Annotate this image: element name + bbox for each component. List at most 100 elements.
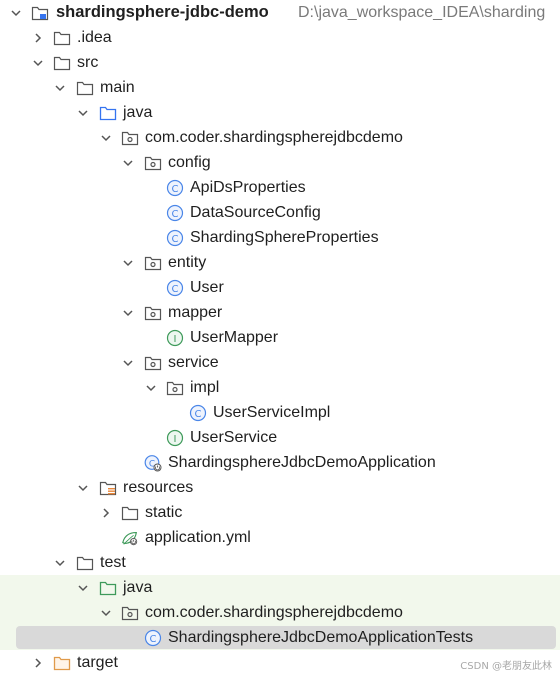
package-icon — [144, 350, 162, 375]
tree-row-test[interactable]: test — [0, 550, 560, 575]
package-icon — [144, 150, 162, 175]
folder-icon — [121, 500, 139, 525]
chevron-down-icon[interactable] — [9, 0, 23, 25]
chevron-down-icon[interactable] — [99, 125, 113, 150]
tree-row-root[interactable]: shardingsphere-jdbc-demo D:\java_workspa… — [0, 0, 560, 25]
chevron-down-icon[interactable] — [121, 300, 135, 325]
project-name: shardingsphere-jdbc-demo — [56, 3, 269, 21]
svg-text:I: I — [174, 434, 177, 445]
package-icon — [144, 300, 162, 325]
chevron-down-icon[interactable] — [99, 600, 113, 625]
interface-icon: I — [166, 325, 184, 350]
tree-label: ShardingSphereProperties — [190, 229, 379, 246]
tree-row-test-java[interactable]: java — [0, 575, 560, 600]
folder-icon — [76, 75, 94, 100]
tree-row-user-mapper[interactable]: I UserMapper — [0, 325, 560, 350]
svg-text:C: C — [172, 209, 179, 220]
tree-row-test-package[interactable]: com.coder.shardingspherejdbcdemo — [0, 600, 560, 625]
chevron-right-icon[interactable] — [31, 25, 45, 50]
tree-row-api-ds-properties[interactable]: C ApiDsProperties — [0, 175, 560, 200]
tree-row-application-yml[interactable]: application.yml — [0, 525, 560, 550]
tree-row-service[interactable]: service — [0, 350, 560, 375]
chevron-down-icon[interactable] — [76, 475, 90, 500]
chevron-down-icon[interactable] — [121, 150, 135, 175]
excluded-folder-icon — [53, 650, 71, 675]
class-icon: C — [166, 200, 184, 225]
package-icon — [121, 125, 139, 150]
tree-row-resources[interactable]: resources — [0, 475, 560, 500]
chevron-down-icon[interactable] — [53, 75, 67, 100]
tree-row-entity[interactable]: entity — [0, 250, 560, 275]
tree-label: UserService — [190, 429, 278, 446]
interface-icon: I — [166, 425, 184, 450]
tree-row-static[interactable]: static — [0, 500, 560, 525]
tree-label: UserMapper — [190, 329, 279, 346]
tree-row-application[interactable]: C ShardingsphereJdbcDemoApplication — [0, 450, 560, 475]
chevron-down-icon[interactable] — [76, 575, 90, 600]
tree-label: test — [100, 554, 126, 571]
package-icon — [121, 600, 139, 625]
tree-label: User — [190, 279, 224, 296]
yaml-spring-icon — [121, 525, 139, 550]
test-source-folder-icon — [99, 575, 117, 600]
tree-label: .idea — [77, 29, 112, 46]
tree-label: UserServiceImpl — [213, 404, 331, 421]
tree-label: application.yml — [145, 529, 251, 546]
tree-row-config[interactable]: config — [0, 150, 560, 175]
folder-icon — [53, 25, 71, 50]
project-tree: shardingsphere-jdbc-demo D:\java_workspa… — [0, 0, 560, 678]
chevron-down-icon[interactable] — [144, 375, 158, 400]
tree-label: mapper — [168, 304, 223, 321]
tree-row-src[interactable]: src — [0, 50, 560, 75]
tree-label: ApiDsProperties — [190, 179, 306, 196]
svg-text:C: C — [150, 634, 157, 645]
chevron-down-icon[interactable] — [121, 250, 135, 275]
resources-folder-icon — [99, 475, 117, 500]
tree-row-mapper[interactable]: mapper — [0, 300, 560, 325]
chevron-right-icon[interactable] — [31, 650, 45, 675]
tree-row-user-service[interactable]: I UserService — [0, 425, 560, 450]
class-icon: C — [189, 400, 207, 425]
svg-text:I: I — [174, 334, 177, 345]
svg-text:C: C — [172, 234, 179, 245]
tree-label: resources — [123, 479, 194, 496]
svg-text:C: C — [195, 409, 202, 420]
tree-label: target — [77, 654, 118, 671]
watermark: CSDN @老朋友此林 — [460, 661, 552, 672]
tree-label: com.coder.shardingspherejdbcdemo — [145, 129, 403, 146]
class-icon: C — [144, 625, 162, 650]
package-icon — [166, 375, 184, 400]
class-icon: C — [166, 175, 184, 200]
tree-label: main — [100, 79, 135, 96]
class-icon: C — [166, 275, 184, 300]
tree-label: com.coder.shardingspherejdbcdemo — [145, 604, 403, 621]
tree-row-user-service-impl[interactable]: C UserServiceImpl — [0, 400, 560, 425]
tree-label: ShardingsphereJdbcDemoApplication — [168, 454, 436, 471]
tree-label: entity — [168, 254, 207, 271]
tree-row-idea[interactable]: .idea — [0, 25, 560, 50]
chevron-down-icon[interactable] — [76, 100, 90, 125]
tree-label: config — [168, 154, 211, 171]
chevron-right-icon[interactable] — [99, 500, 113, 525]
module-folder-icon — [31, 0, 49, 25]
chevron-down-icon[interactable] — [121, 350, 135, 375]
folder-icon — [76, 550, 94, 575]
tree-row-impl[interactable]: impl — [0, 375, 560, 400]
svg-text:C: C — [172, 284, 179, 295]
tree-label: DataSourceConfig — [190, 204, 321, 221]
tree-row-user[interactable]: C User — [0, 275, 560, 300]
tree-row-datasource-config[interactable]: C DataSourceConfig — [0, 200, 560, 225]
tree-label: java — [123, 104, 153, 121]
tree-row-main-java[interactable]: java — [0, 100, 560, 125]
tree-label: java — [123, 579, 153, 596]
tree-row-application-tests[interactable]: C ShardingsphereJdbcDemoApplicationTests — [0, 625, 560, 650]
tree-row-main-package[interactable]: com.coder.shardingspherejdbcdemo — [0, 125, 560, 150]
project-path: D:\java_workspace_IDEA\sharding — [298, 4, 546, 21]
chevron-down-icon[interactable] — [53, 550, 67, 575]
tree-label: impl — [190, 379, 220, 396]
spring-boot-class-icon: C — [144, 450, 162, 475]
tree-row-sharding-sphere-properties[interactable]: C ShardingSphereProperties — [0, 225, 560, 250]
tree-row-main[interactable]: main — [0, 75, 560, 100]
tree-label: service — [168, 354, 219, 371]
chevron-down-icon[interactable] — [31, 50, 45, 75]
